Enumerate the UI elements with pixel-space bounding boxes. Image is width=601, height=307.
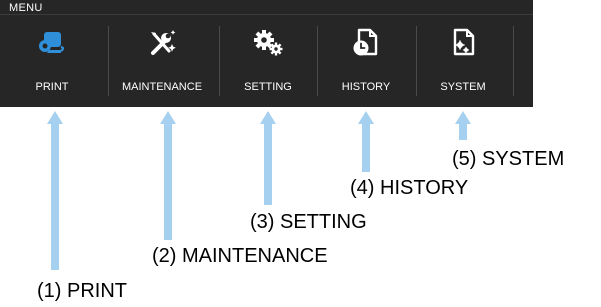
callout-history: (4) HISTORY	[350, 177, 469, 199]
arrow-print	[47, 111, 63, 270]
callout-system: (5) SYSTEM	[452, 148, 565, 170]
arrow-history	[358, 111, 374, 172]
arrow-setting	[260, 111, 276, 205]
arrow-system	[455, 111, 471, 140]
callout-setting: (3) SETTING	[250, 211, 367, 233]
callout-print: (1) PRINT	[37, 280, 127, 302]
arrow-maintenance	[160, 111, 176, 240]
callout-maintenance: (2) MAINTENANCE	[152, 245, 328, 267]
